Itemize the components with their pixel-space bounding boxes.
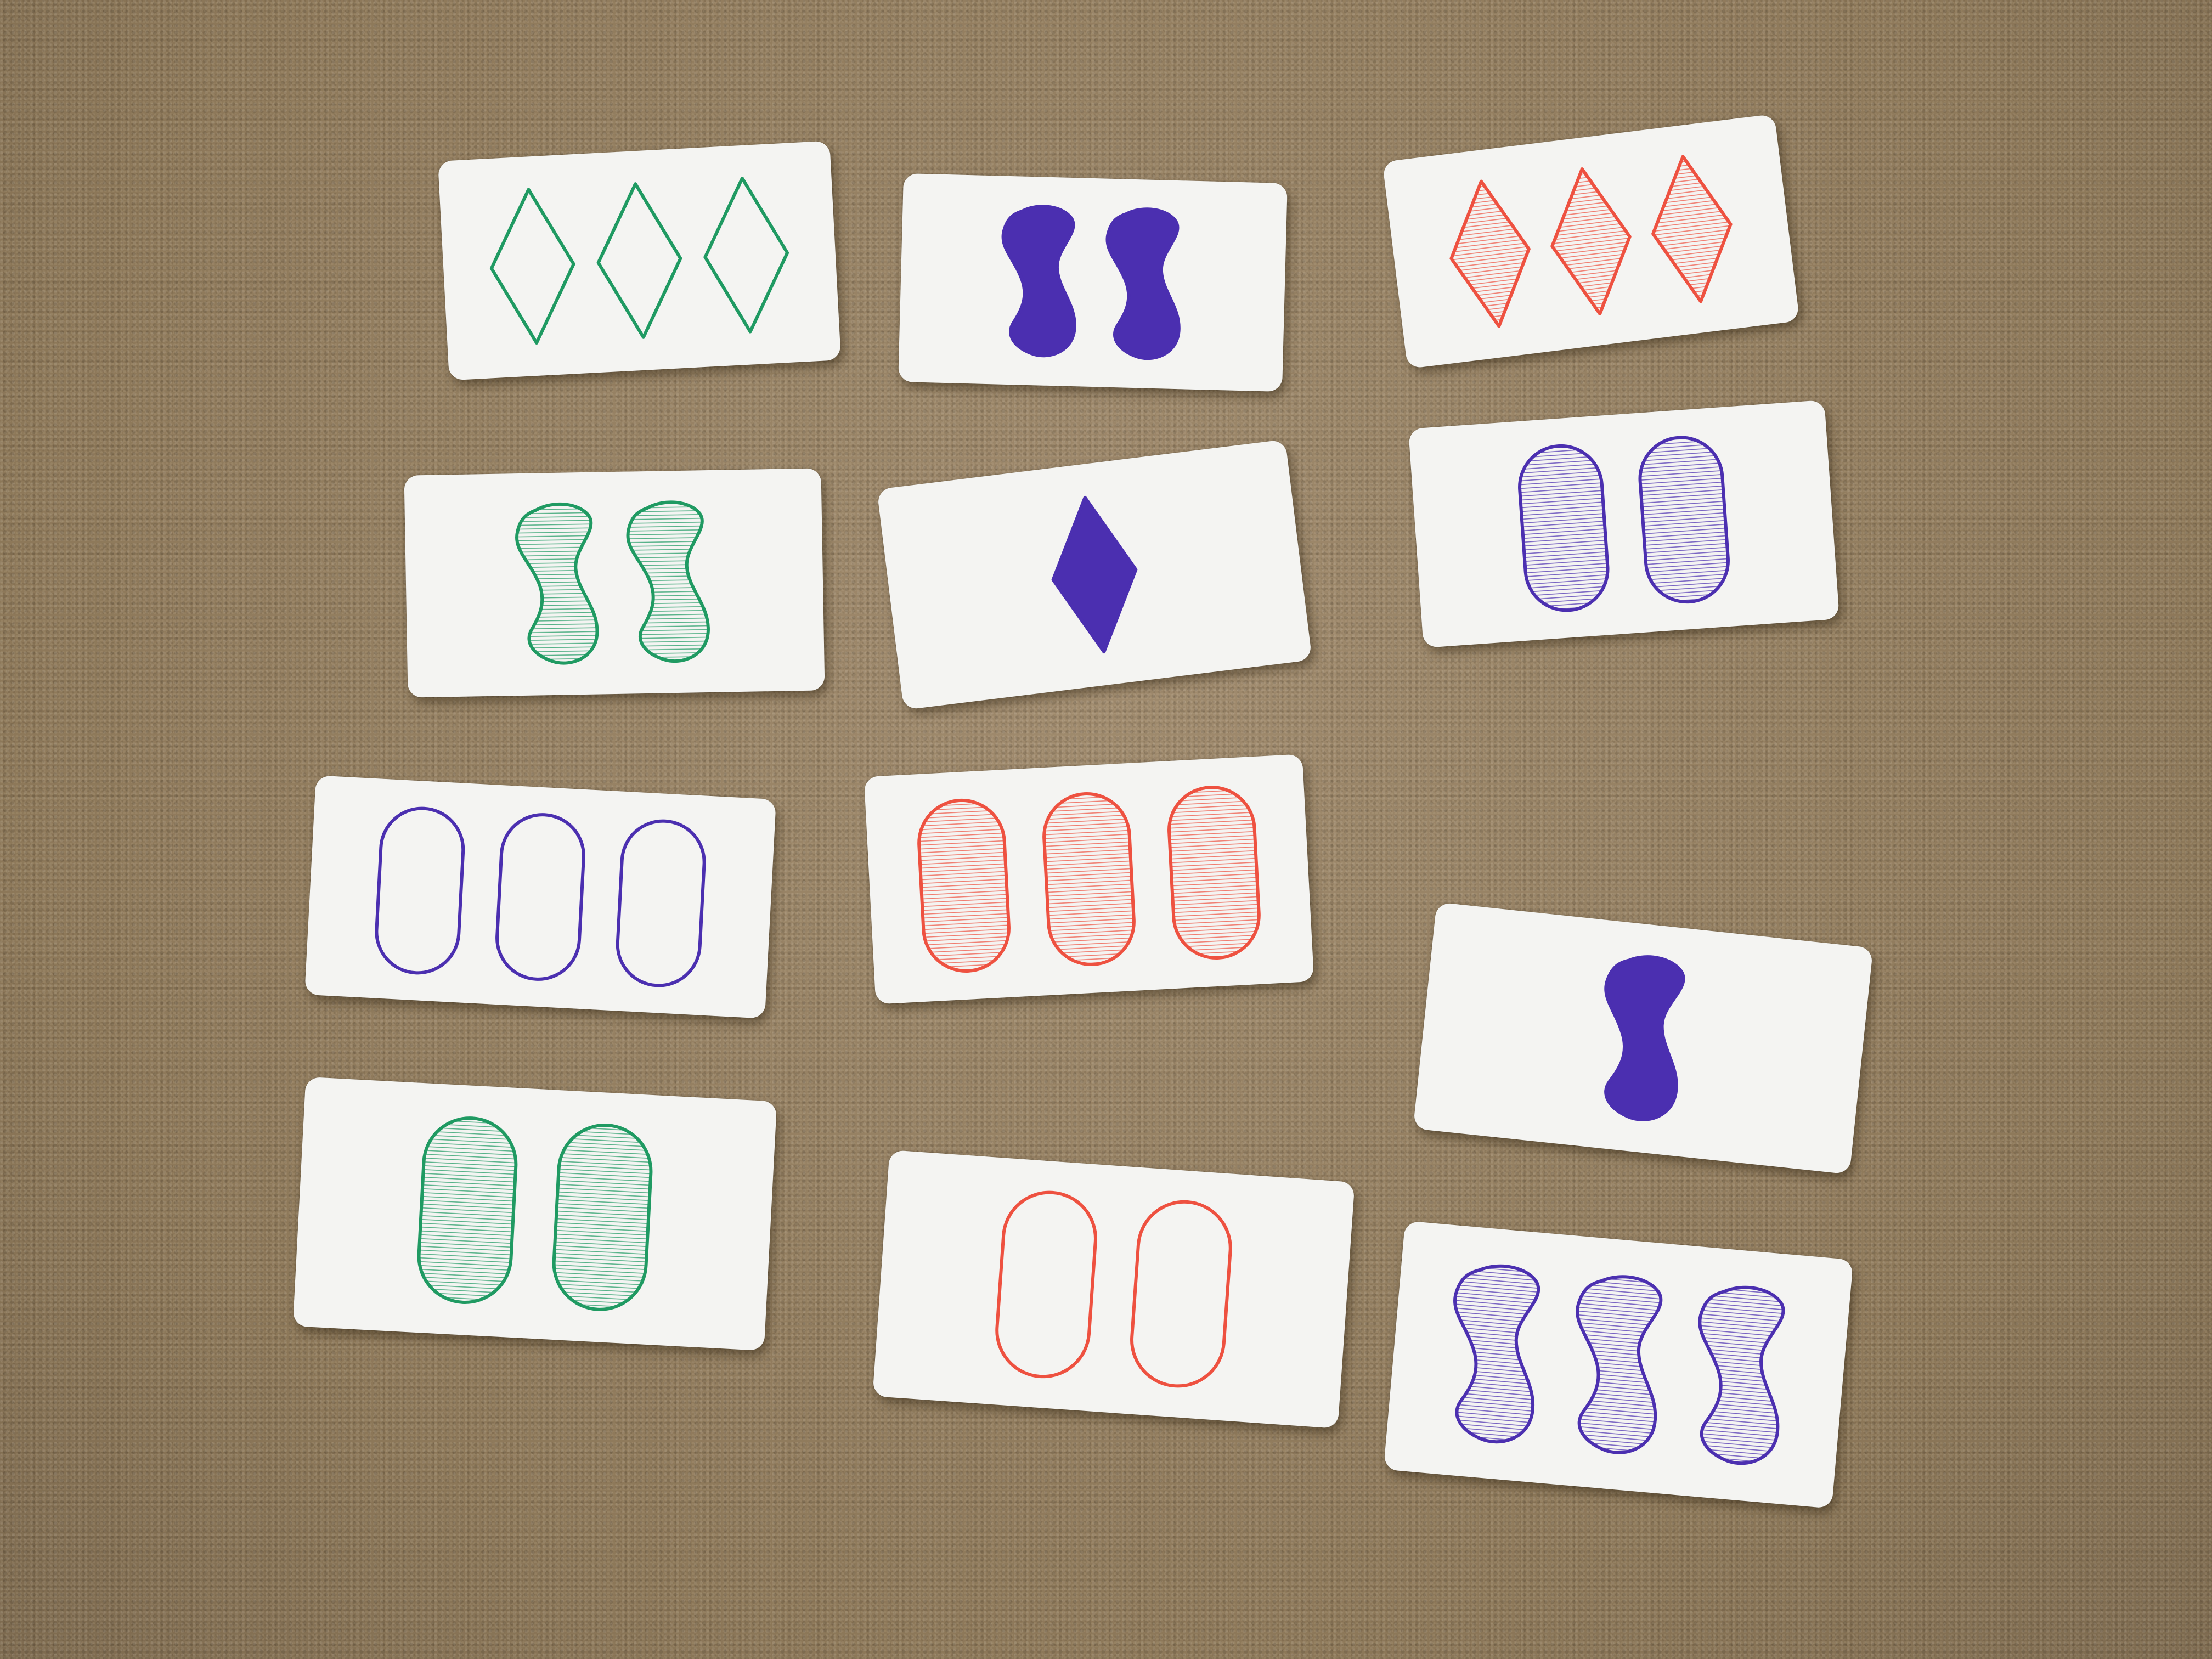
diamond-symbol: [1449, 179, 1531, 328]
oval-symbol: [495, 813, 585, 981]
oval-symbol: [616, 819, 706, 988]
set-card[interactable]: [1408, 399, 1840, 648]
oval-symbol: [375, 806, 465, 975]
oval-symbol: [995, 1190, 1097, 1379]
oval-symbol: [917, 798, 1011, 973]
diamond-symbol: [1651, 155, 1733, 303]
card-symbols-squiggle: [1001, 205, 1181, 360]
squiggle-symbol: [1698, 1285, 1785, 1465]
card-symbols-oval: [375, 806, 706, 988]
set-card[interactable]: [872, 1149, 1355, 1429]
set-card[interactable]: [1413, 902, 1874, 1175]
card-symbols-oval: [417, 1116, 653, 1311]
oval-symbol: [1638, 436, 1730, 604]
card-symbols-oval: [1518, 436, 1730, 612]
set-card[interactable]: [404, 468, 825, 698]
card-symbols-squiggle: [1604, 955, 1685, 1121]
set-card[interactable]: [292, 1076, 777, 1351]
set-card[interactable]: [304, 775, 776, 1019]
card-symbols-oval: [995, 1190, 1232, 1388]
set-card[interactable]: [898, 173, 1288, 392]
squiggle-symbol: [1453, 1264, 1541, 1444]
card-symbols-squiggle: [1453, 1264, 1785, 1465]
set-card[interactable]: [864, 754, 1314, 1005]
oval-symbol: [552, 1124, 653, 1311]
set-card[interactable]: [438, 140, 841, 381]
carpet-table: [0, 0, 2212, 1659]
oval-symbol: [1130, 1200, 1232, 1388]
oval-symbol: [417, 1116, 518, 1304]
diamond-symbol: [703, 176, 789, 334]
card-symbols-oval: [917, 786, 1261, 973]
diamond-symbol: [1550, 167, 1632, 316]
set-card[interactable]: [1383, 1221, 1854, 1509]
oval-symbol: [1042, 792, 1136, 966]
set-card[interactable]: [877, 439, 1312, 710]
card-symbols-diamond: [489, 176, 789, 345]
squiggle-symbol: [1105, 207, 1181, 360]
squiggle-symbol: [626, 500, 710, 663]
diamond-symbol: [489, 188, 575, 345]
squiggle-symbol: [1604, 955, 1685, 1121]
squiggle-symbol: [515, 503, 599, 665]
set-card[interactable]: [1382, 114, 1800, 369]
diamond-symbol: [1051, 495, 1138, 654]
diamond-symbol: [596, 182, 682, 339]
card-symbols-diamond: [1449, 155, 1733, 328]
oval-symbol: [1167, 786, 1261, 960]
card-symbols-diamond: [1051, 495, 1138, 654]
card-symbols-squiggle: [515, 500, 710, 665]
squiggle-symbol: [1576, 1275, 1663, 1454]
oval-symbol: [1518, 444, 1610, 612]
squiggle-symbol: [1001, 205, 1076, 358]
